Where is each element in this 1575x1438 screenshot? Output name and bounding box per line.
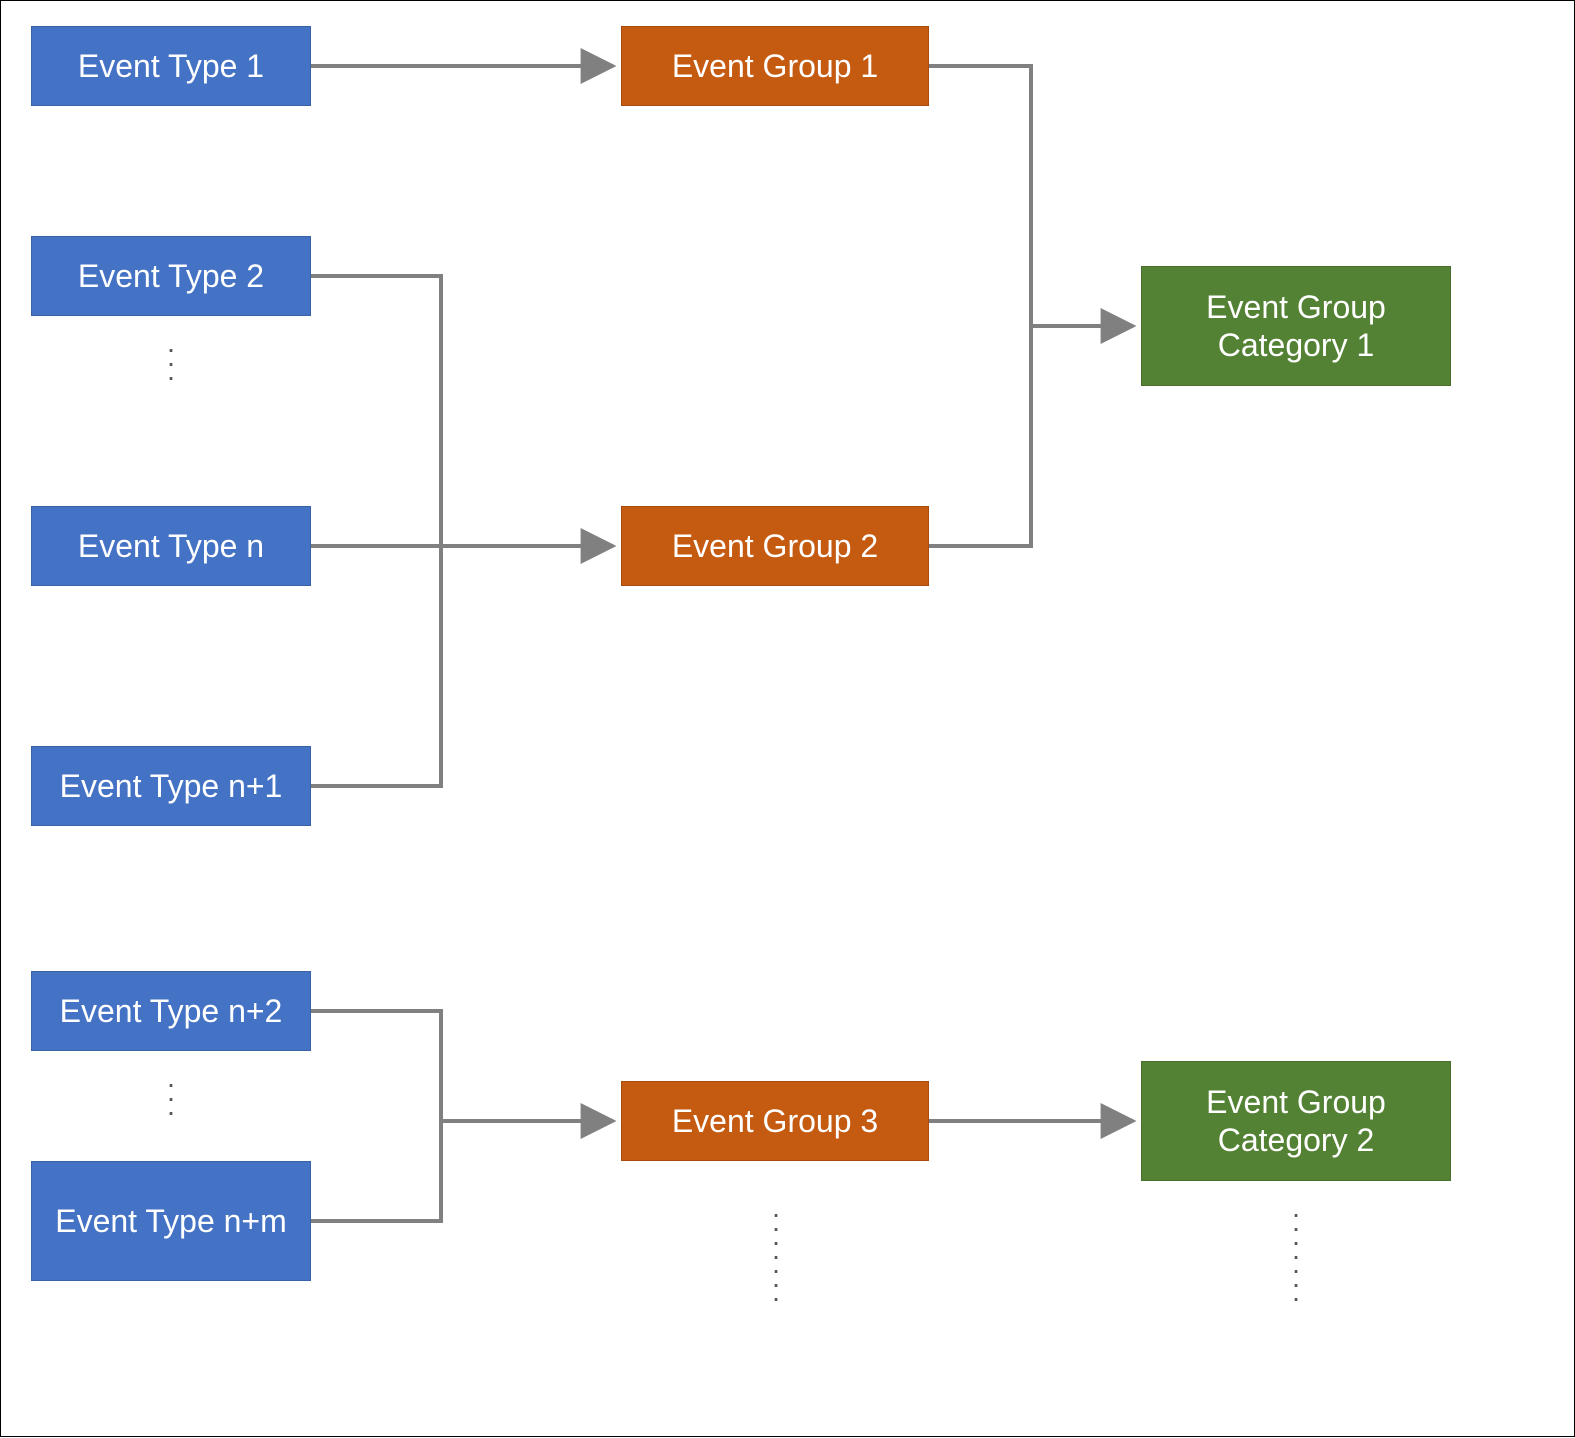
diagram-canvas: Event Type 1 Event Type 2 . . . Event Ty… xyxy=(0,0,1575,1437)
event-group-category-1: Event Group Category 1 xyxy=(1141,266,1451,386)
line-tn2-join xyxy=(311,1011,441,1121)
event-group-3: Event Group 3 xyxy=(621,1081,929,1161)
ellipsis-types-bottom: . . . xyxy=(161,1071,181,1113)
line-g1-join xyxy=(929,66,1031,326)
line-t2-join xyxy=(311,276,441,546)
event-type-n-plus-m: Event Type n+m xyxy=(31,1161,311,1281)
ellipsis-categories: . . . . . . . xyxy=(1286,1201,1306,1299)
event-group-1: Event Group 1 xyxy=(621,26,929,106)
event-group-2: Event Group 2 xyxy=(621,506,929,586)
ellipsis-types-top: . . . xyxy=(161,336,181,378)
event-type-n-plus-2: Event Type n+2 xyxy=(31,971,311,1051)
event-group-category-2: Event Group Category 2 xyxy=(1141,1061,1451,1181)
ellipsis-groups: . . . . . . . xyxy=(766,1201,786,1299)
line-tnm-join xyxy=(311,1121,441,1221)
event-type-n: Event Type n xyxy=(31,506,311,586)
line-tn1-join xyxy=(311,546,441,786)
event-type-2: Event Type 2 xyxy=(31,236,311,316)
event-type-1: Event Type 1 xyxy=(31,26,311,106)
line-g2-join xyxy=(929,326,1031,546)
event-type-n-plus-1: Event Type n+1 xyxy=(31,746,311,826)
